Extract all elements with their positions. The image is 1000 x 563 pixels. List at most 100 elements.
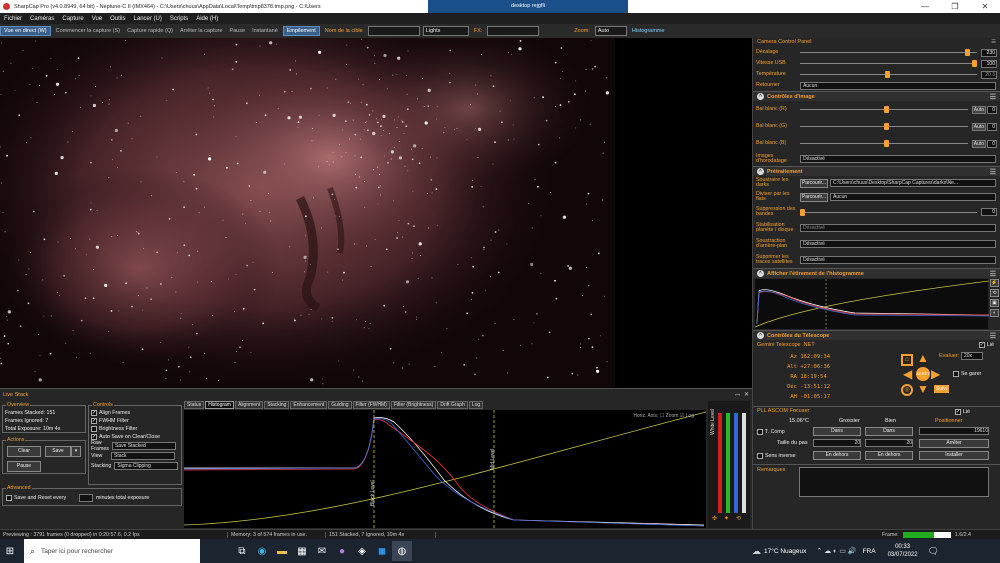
move-north-icon[interactable]: ▲ [917, 352, 929, 364]
satellite-select[interactable]: Désactivé [800, 256, 996, 264]
image-controls-header[interactable]: ˄ Contrôles d'image ☰ [753, 91, 1000, 101]
menu-capture[interactable]: Capture [58, 16, 87, 22]
dark-path-field[interactable]: C:\Users\chuus\Desktop\SharpCap Captures… [830, 179, 996, 187]
fwhm-filter-checkbox[interactable]: ✓ FWHM Filter [91, 417, 179, 425]
menu-icon[interactable]: ☰ [990, 168, 996, 176]
tab-log[interactable]: Log [468, 401, 484, 409]
tab-alignment[interactable]: Alignment [234, 401, 264, 409]
tab-filter-brightness[interactable]: Filter (Brightness) [390, 401, 437, 409]
menu-lancer[interactable]: Lancer (U) [130, 16, 166, 22]
telescope-link-checkbox[interactable]: ✓ Lié [978, 341, 994, 349]
wb-red-slider[interactable] [800, 106, 968, 113]
fine-out-button[interactable]: En dehors [865, 451, 913, 460]
tracking-button[interactable]: Suivi [934, 385, 949, 393]
menu-icon[interactable]: ☰ [990, 270, 996, 278]
dark-browse-button[interactable]: Parcourir... [800, 178, 828, 188]
collapse-icon[interactable]: ˄ [757, 270, 764, 277]
preprocessing-header[interactable]: ˄ Prétraitement ☰ [753, 166, 1000, 176]
stretch-toggle-icon[interactable]: ◐ [990, 309, 999, 317]
usb-speed-value[interactable]: 100 [981, 59, 997, 68]
menu-aide[interactable]: Aide (H) [192, 16, 222, 22]
save-dropdown-icon[interactable]: ▾ [71, 446, 81, 457]
notifications-icon[interactable]: 🗨 [928, 546, 939, 557]
stack-button[interactable]: Empilement [282, 26, 320, 36]
tab-enhancement[interactable]: Enhancement [290, 401, 328, 409]
tab-stacking[interactable]: Stacking [264, 401, 290, 409]
stacking-select[interactable]: Sigma Clipping [114, 462, 179, 470]
store-icon[interactable]: ▦ [292, 541, 312, 561]
save-stack-button[interactable]: Save [45, 446, 71, 457]
move-east-icon[interactable]: ▶ [931, 368, 940, 380]
menu-outils[interactable]: Outils [106, 16, 129, 22]
image-viewer[interactable] [0, 38, 752, 387]
wb-blue-slider[interactable] [800, 140, 968, 147]
flip-select[interactable]: Aucun [800, 81, 996, 90]
menu-icon[interactable]: ☰ [991, 38, 996, 47]
tab-histogram[interactable]: Histogram [205, 401, 234, 409]
tab-status[interactable]: Status [184, 401, 205, 409]
save-reset-minutes-input[interactable] [79, 494, 93, 502]
mail-icon[interactable]: ✉ [312, 541, 332, 561]
banding-value[interactable]: 0 [981, 208, 997, 216]
close-panel-icon[interactable]: ✕ [744, 391, 749, 398]
raw-frames-select[interactable]: Save Stacked [111, 442, 176, 450]
brightness-filter-checkbox[interactable]: Brightness Filter [91, 425, 179, 433]
levels-auto-icon[interactable]: ✣ [712, 515, 717, 522]
move-south-icon[interactable]: ▼ [917, 383, 929, 395]
language-indicator[interactable]: FRA [863, 548, 876, 555]
pause-stack-button[interactable]: Pause [7, 461, 41, 472]
app-icon-1[interactable]: ● [332, 541, 352, 561]
move-west-icon[interactable]: ◀ [903, 368, 912, 380]
app-icon-2[interactable]: ◈ [352, 541, 372, 561]
menu-fichier[interactable]: Fichier [0, 16, 26, 22]
position-input[interactable]: 19610 [919, 427, 989, 435]
stabilization-select[interactable]: Désactivé [800, 224, 996, 232]
remarks-textarea[interactable] [799, 467, 989, 497]
focuser-stop-button[interactable]: Arrêter [919, 439, 989, 448]
wb-red-value[interactable]: 0 [987, 105, 997, 114]
reverse-checkbox[interactable]: Sens inverse [757, 452, 796, 460]
menu-cameras[interactable]: Caméras [26, 16, 58, 22]
taskbar-search[interactable]: ⌕ Taper ici pour rechercher [24, 539, 200, 563]
lum-level-slider[interactable] [742, 413, 746, 513]
stop-telescope-button[interactable]: ARRÊT [916, 367, 930, 381]
quick-capture-button[interactable]: Capture rapide (Q) [125, 28, 175, 34]
fine-in-button[interactable]: Dans [865, 427, 913, 436]
histogram-button[interactable]: Histogramme [630, 28, 667, 34]
rate-select[interactable]: 20x [961, 352, 983, 360]
collapse-icon[interactable]: ˄ [757, 93, 764, 100]
coarse-in-button[interactable]: Dans [813, 427, 861, 436]
focuser-install-button[interactable]: Installer [919, 451, 989, 460]
clear-stack-button[interactable]: Clear [7, 446, 41, 457]
target-icon[interactable]: ◎ [901, 384, 913, 396]
sharpcap-taskbar-icon[interactable]: ◍ [392, 541, 412, 561]
coarse-step-input[interactable]: 20 [813, 439, 861, 447]
offset-slider[interactable] [800, 49, 977, 56]
telescope-home-icon[interactable]: ⌂ [901, 354, 913, 366]
tab-drift-graph[interactable]: Drift Graph [437, 401, 468, 409]
save-reset-checkbox[interactable]: Save and Reset every [6, 494, 66, 502]
tab-filter-fwhm[interactable]: Filter (FWHM) [352, 401, 390, 409]
stack-histogram[interactable]: Horiz. Axis: ☐ Zoom ☑ Log Black Level Mi… [183, 410, 707, 528]
remote-tab[interactable]: desktop rejgfli [428, 0, 628, 13]
tcomp-checkbox[interactable]: T. Comp [757, 428, 785, 436]
menu-scripts[interactable]: Scripts [166, 16, 192, 22]
task-view-icon[interactable]: ⧉ [232, 541, 252, 561]
focuser-link-checkbox[interactable]: ✓ Lié [954, 408, 970, 416]
histogram-stretch-header[interactable]: ˄ Afficher l'étirement de l'histogramme … [753, 268, 1000, 278]
tray-icons[interactable]: ⌃ ☁ ◐ ▭ 🔊 [816, 547, 856, 555]
close-button[interactable]: ✕ [970, 0, 1000, 13]
pin-icon[interactable]: ꟷ [735, 391, 740, 399]
red-level-slider[interactable] [718, 413, 722, 513]
park-checkbox[interactable]: Se garer [953, 370, 981, 378]
coarse-out-button[interactable]: En dehors [813, 451, 861, 460]
target-input[interactable] [367, 26, 420, 36]
blue-level-slider[interactable] [734, 413, 738, 513]
fx-select[interactable] [487, 26, 540, 36]
minimize-button[interactable]: — [910, 0, 940, 13]
fine-step-input[interactable]: 20 [865, 439, 913, 447]
align-frames-checkbox[interactable]: ✓ Align Frames [91, 409, 179, 417]
wb-blue-auto[interactable]: Auto [971, 139, 986, 148]
pause-button[interactable]: Pause [227, 28, 247, 34]
snapshot-button[interactable]: Instantané [250, 28, 280, 34]
